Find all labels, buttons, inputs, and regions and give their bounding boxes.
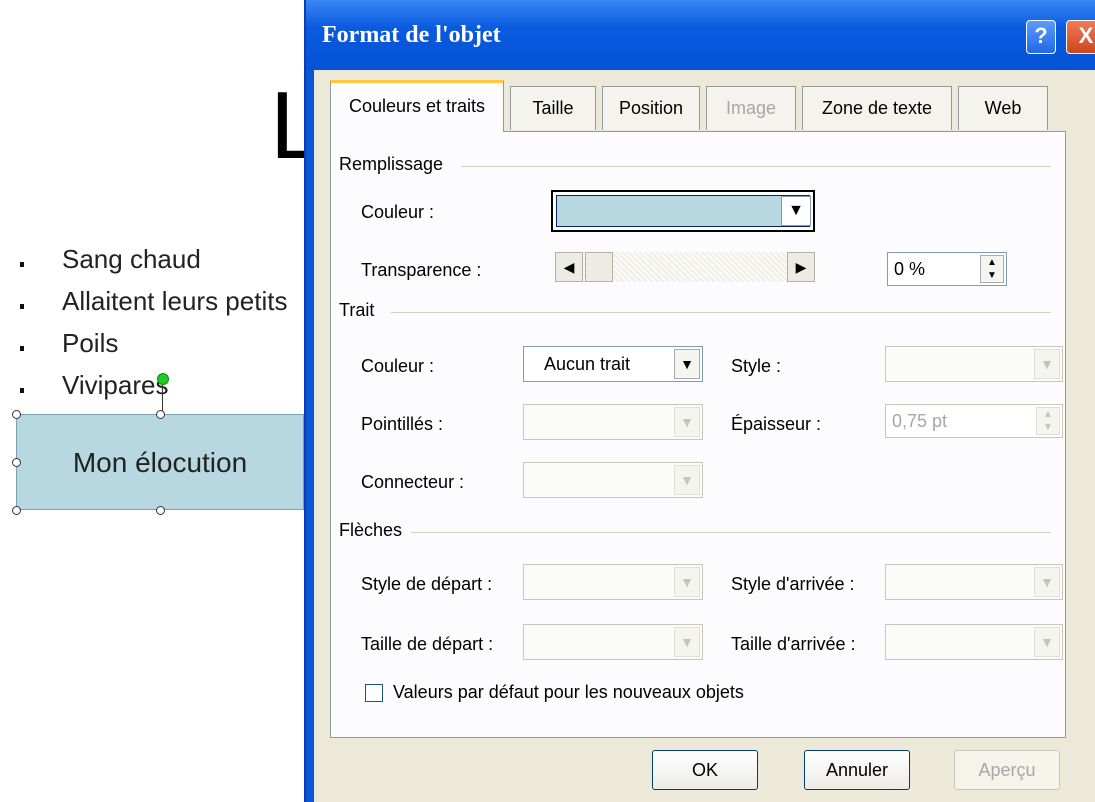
bullet-item: Sang chaud bbox=[20, 244, 287, 286]
resize-handle-s[interactable] bbox=[156, 506, 165, 515]
tab-zone-de-texte[interactable]: Zone de texte bbox=[802, 86, 952, 130]
slider-left-icon[interactable]: ◀ bbox=[555, 252, 583, 282]
fill-color-picker[interactable] bbox=[551, 190, 815, 232]
chevron-down-icon: ▼ bbox=[674, 465, 700, 495]
end-style-select[interactable]: ▼ bbox=[885, 564, 1063, 600]
tab-web[interactable]: Web bbox=[958, 86, 1048, 130]
shape-text: Mon élocution bbox=[72, 447, 248, 478]
default-checkbox-label[interactable]: Valeurs par défaut pour les nouveaux obj… bbox=[393, 682, 744, 703]
begin-size-label: Taille de départ : bbox=[361, 634, 494, 654]
bullet-item: Allaitent leurs petits bbox=[20, 286, 287, 328]
chevron-down-icon: ▼ bbox=[674, 627, 700, 657]
line-color-select[interactable]: Aucun trait ▼ bbox=[523, 346, 703, 382]
close-icon[interactable]: X bbox=[1066, 20, 1095, 54]
tab-couleurs-et-traits[interactable]: Couleurs et traits bbox=[330, 80, 504, 132]
bullet-list: Sang chaud Allaitent leurs petits Poils … bbox=[20, 244, 287, 412]
format-object-dialog: Format de l'objet ? X Couleurs et traits… bbox=[304, 0, 1095, 802]
weight-value: 0,75 pt bbox=[892, 411, 948, 431]
slider-right-icon[interactable]: ▶ bbox=[787, 252, 815, 282]
line-style-label: Style : bbox=[731, 356, 782, 376]
chevron-down-icon: ▼ bbox=[1034, 349, 1060, 379]
tab-position[interactable]: Position bbox=[602, 86, 700, 130]
begin-style-select[interactable]: ▼ bbox=[523, 564, 703, 600]
resize-handle-nw[interactable] bbox=[12, 410, 21, 419]
section-fill: Remplissage bbox=[339, 154, 444, 174]
ok-button[interactable]: OK bbox=[652, 750, 758, 790]
tab-image[interactable]: Image bbox=[706, 86, 796, 130]
end-size-label: Taille d'arrivée : bbox=[731, 634, 856, 654]
connector-label: Connecteur : bbox=[361, 472, 465, 492]
tab-panel-colors-lines: Remplissage Couleur : ▼ Transparence : ◀… bbox=[330, 131, 1066, 738]
dialog-titlebar[interactable]: Format de l'objet ? X bbox=[306, 0, 1095, 70]
line-color-value: Aucun trait bbox=[544, 354, 631, 374]
transparency-slider[interactable]: ◀ ▶ bbox=[555, 252, 815, 282]
rotation-handle[interactable] bbox=[157, 373, 169, 385]
selected-shape[interactable]: Mon élocution bbox=[16, 414, 304, 510]
weight-label: Épaisseur : bbox=[731, 414, 822, 434]
section-divider bbox=[391, 312, 1051, 313]
dash-label: Pointillés : bbox=[361, 414, 444, 434]
line-style-select[interactable]: ▼ bbox=[885, 346, 1063, 382]
section-divider bbox=[411, 532, 1051, 533]
weight-input[interactable]: 0,75 pt ▲ ▼ bbox=[885, 404, 1063, 438]
section-line: Trait bbox=[339, 300, 375, 320]
spin-updown-icon: ▲ ▼ bbox=[1036, 407, 1060, 435]
transparency-label: Transparence : bbox=[361, 260, 482, 280]
dialog-title: Format de l'objet bbox=[322, 22, 501, 48]
chevron-down-icon: ▼ bbox=[674, 567, 700, 597]
help-icon[interactable]: ? bbox=[1026, 20, 1056, 54]
chevron-down-icon: ▼ bbox=[1034, 627, 1060, 657]
fill-color-label: Couleur : bbox=[361, 202, 435, 222]
dialog-body: Couleurs et traits Taille Position Image… bbox=[314, 70, 1095, 802]
begin-style-label: Style de départ : bbox=[361, 574, 493, 594]
dash-select[interactable]: ▼ bbox=[523, 404, 703, 440]
line-color-label: Couleur : bbox=[361, 356, 435, 376]
begin-size-select[interactable]: ▼ bbox=[523, 624, 703, 660]
resize-handle-n[interactable] bbox=[156, 410, 165, 419]
end-style-label: Style d'arrivée : bbox=[731, 574, 855, 594]
spin-updown-icon[interactable]: ▲ ▼ bbox=[980, 255, 1004, 283]
resize-handle-sw[interactable] bbox=[12, 506, 21, 515]
chevron-down-icon[interactable]: ▼ bbox=[674, 349, 700, 379]
chevron-down-icon: ▼ bbox=[1034, 567, 1060, 597]
preview-button[interactable]: Aperçu bbox=[954, 750, 1060, 790]
default-checkbox[interactable] bbox=[365, 684, 383, 702]
section-arrows: Flèches bbox=[339, 520, 403, 540]
fill-color-swatch bbox=[556, 195, 810, 227]
resize-handle-w[interactable] bbox=[12, 458, 21, 467]
bullet-item: Poils bbox=[20, 328, 287, 370]
tab-taille[interactable]: Taille bbox=[510, 86, 596, 130]
bullet-item: Vivipares bbox=[20, 370, 287, 412]
section-divider bbox=[461, 166, 1051, 167]
transparency-input[interactable]: 0 % ▲ ▼ bbox=[887, 252, 1007, 286]
connector-select[interactable]: ▼ bbox=[523, 462, 703, 498]
transparency-value: 0 % bbox=[894, 259, 926, 279]
end-size-select[interactable]: ▼ bbox=[885, 624, 1063, 660]
slider-thumb[interactable] bbox=[585, 252, 613, 282]
cancel-button[interactable]: Annuler bbox=[804, 750, 910, 790]
chevron-down-icon: ▼ bbox=[674, 407, 700, 437]
chevron-down-icon[interactable]: ▼ bbox=[781, 196, 811, 226]
